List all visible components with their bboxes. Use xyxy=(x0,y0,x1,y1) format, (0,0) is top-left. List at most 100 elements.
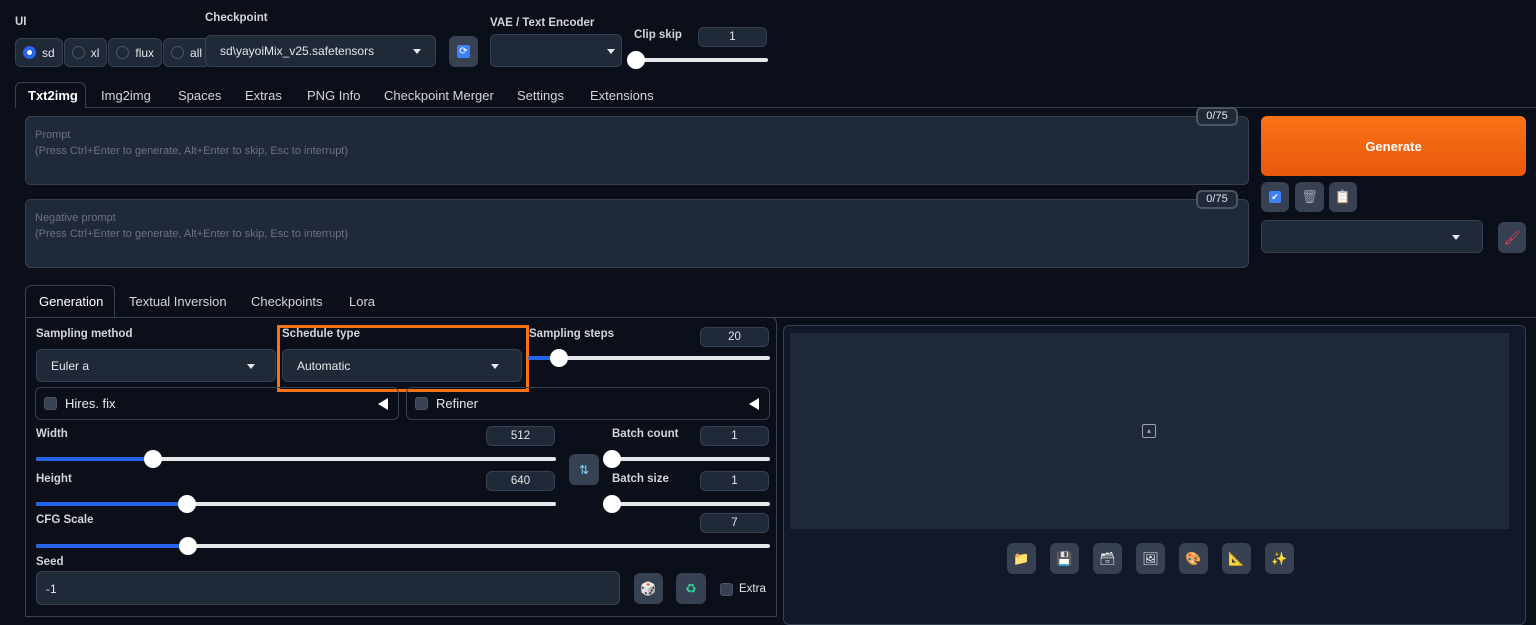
vae-label: VAE / Text Encoder xyxy=(490,17,595,29)
negative-prompt-textarea[interactable]: Negative prompt (Press Ctrl+Enter to gene… xyxy=(25,199,1249,268)
reuse-seed-button[interactable]: ♻ xyxy=(676,573,706,604)
negative-prompt-label: Negative prompt xyxy=(35,212,116,224)
width-input[interactable]: 512 xyxy=(486,426,555,446)
checkpoint-value: sd\yayoiMix_v25.safetensors xyxy=(220,44,375,58)
tab-spaces[interactable]: Spaces xyxy=(178,88,221,103)
radio-label: all xyxy=(190,45,203,60)
extra-seed-checkbox[interactable] xyxy=(720,583,733,596)
hires-fix-checkbox[interactable] xyxy=(44,397,57,410)
slider-thumb[interactable] xyxy=(603,450,621,468)
batch-count-input[interactable]: 1 xyxy=(700,426,769,446)
save-button[interactable]: 💾 xyxy=(1050,543,1079,574)
slider-fill xyxy=(36,457,154,461)
cfg-scale-slider[interactable] xyxy=(36,537,770,555)
checkpoint-label: Checkpoint xyxy=(205,12,268,24)
clip-skip-label: Clip skip xyxy=(634,29,682,41)
batch-count-label: Batch count xyxy=(612,428,679,440)
send-to-img2img-button[interactable]: 🖼 xyxy=(1136,543,1165,574)
checkpoint-dropdown[interactable]: sd\yayoiMix_v25.safetensors xyxy=(205,35,436,67)
brush-icon: 🖌 xyxy=(1503,229,1521,245)
sparkles-icon: ✨ xyxy=(1271,550,1288,566)
slider-thumb[interactable] xyxy=(603,495,621,513)
prompt-placeholder: (Press Ctrl+Enter to generate, Alt+Enter… xyxy=(35,145,349,157)
sampling-method-dropdown[interactable]: Euler a xyxy=(36,349,276,382)
prompt-label: Prompt xyxy=(35,129,71,141)
tab-divider xyxy=(86,107,1536,108)
styles-dropdown[interactable] xyxy=(1261,220,1483,253)
ui-label: UI xyxy=(15,16,27,28)
ui-radio-flux[interactable]: flux xyxy=(108,38,163,67)
refiner-checkbox[interactable] xyxy=(415,397,428,410)
checkbox-icon: ✔ xyxy=(1269,191,1281,203)
seed-input[interactable]: -1 xyxy=(36,571,620,605)
extra-seed-label: Extra xyxy=(739,583,766,595)
vae-dropdown[interactable] xyxy=(490,34,622,67)
generate-button[interactable]: Generate xyxy=(1261,116,1526,176)
batch-count-slider[interactable] xyxy=(603,450,770,468)
prompt-textarea[interactable]: Prompt (Press Ctrl+Enter to generate, Alt… xyxy=(25,116,1249,185)
read-params-button[interactable]: ✔ xyxy=(1261,182,1289,212)
subtab-textual-inversion[interactable]: Textual Inversion xyxy=(129,294,227,309)
ui-radio-xl[interactable]: xl xyxy=(63,38,108,67)
cfg-scale-input[interactable]: 7 xyxy=(700,513,769,533)
clip-skip-input[interactable]: 1 xyxy=(698,27,767,47)
apply-style-button[interactable]: 📋 xyxy=(1329,182,1357,212)
batch-size-input[interactable]: 1 xyxy=(700,471,769,491)
tab-extras[interactable]: Extras xyxy=(245,88,282,103)
subtab-generation[interactable]: Generation xyxy=(39,294,103,309)
subtab-checkpoints[interactable]: Checkpoints xyxy=(251,294,323,309)
ruler-icon: 📐 xyxy=(1228,550,1245,566)
hires-fix-label: Hires. fix xyxy=(65,396,116,411)
sampling-steps-slider[interactable] xyxy=(528,349,770,367)
image-placeholder-icon: ▴ xyxy=(1142,424,1156,438)
subtab-lora[interactable]: Lora xyxy=(349,294,375,309)
refresh-checkpoint-button[interactable]: ⟳ xyxy=(449,36,478,67)
cfg-scale-label: CFG Scale xyxy=(36,514,94,526)
image-icon: 🖼 xyxy=(1142,550,1159,566)
height-input[interactable]: 640 xyxy=(486,471,555,491)
slider-thumb[interactable] xyxy=(549,349,568,367)
refiner-label: Refiner xyxy=(436,396,478,411)
random-seed-button[interactable]: 🎲 xyxy=(634,573,663,604)
width-slider[interactable] xyxy=(36,450,556,468)
open-folder-button[interactable]: 📁 xyxy=(1007,543,1036,574)
tab-img2img[interactable]: Img2img xyxy=(101,88,151,103)
tab-extensions[interactable]: Extensions xyxy=(590,88,654,103)
send-to-extras-button[interactable]: 📐 xyxy=(1222,543,1251,574)
sampling-steps-label: Sampling steps xyxy=(529,328,614,340)
batch-size-slider[interactable] xyxy=(603,495,770,513)
upscale-button[interactable]: ✨ xyxy=(1265,543,1294,574)
tab-txt2img[interactable]: Txt2img xyxy=(28,88,78,103)
radio-label: flux xyxy=(135,45,155,60)
folder-icon: 📁 xyxy=(1013,550,1030,566)
chevron-down-icon xyxy=(1452,234,1460,240)
slider-thumb[interactable] xyxy=(178,537,197,555)
sampling-steps-input[interactable]: 20 xyxy=(700,327,769,347)
batch-size-label: Batch size xyxy=(612,473,669,485)
trash-icon: 🗑 xyxy=(1301,189,1318,204)
recycle-icon: ♻ xyxy=(685,580,697,596)
radio-label: sd xyxy=(42,45,55,60)
hires-fix-accordion[interactable]: Hires. fix xyxy=(35,387,399,420)
height-label: Height xyxy=(36,473,72,485)
tab-settings[interactable]: Settings xyxy=(517,88,564,103)
clear-prompt-button[interactable]: 🗑 xyxy=(1295,182,1324,212)
subtab-divider xyxy=(115,317,1536,318)
negative-prompt-token-counter: 0/75 xyxy=(1196,190,1238,209)
slider-thumb[interactable] xyxy=(177,495,196,513)
height-slider[interactable] xyxy=(36,495,556,513)
tab-png-info[interactable]: PNG Info xyxy=(307,88,360,103)
chevron-down-icon xyxy=(413,49,421,54)
radio-label: xl xyxy=(90,45,100,60)
save-zip-button[interactable]: 🗃 xyxy=(1093,543,1122,574)
refiner-accordion[interactable]: Refiner xyxy=(406,387,770,420)
edit-styles-button[interactable]: 🖌 xyxy=(1498,222,1526,253)
ui-radio-sd[interactable]: sd xyxy=(15,38,63,67)
slider-thumb[interactable] xyxy=(627,51,645,69)
send-to-inpaint-button[interactable]: 🎨 xyxy=(1179,543,1208,574)
negative-prompt-placeholder: (Press Ctrl+Enter to generate, Alt+Enter… xyxy=(35,228,349,240)
swap-dimensions-button[interactable]: ⇅ xyxy=(569,454,599,485)
clip-skip-slider[interactable] xyxy=(627,51,768,69)
tab-checkpoint-merger[interactable]: Checkpoint Merger xyxy=(384,88,494,103)
ui-radio-all[interactable]: all xyxy=(163,38,211,67)
